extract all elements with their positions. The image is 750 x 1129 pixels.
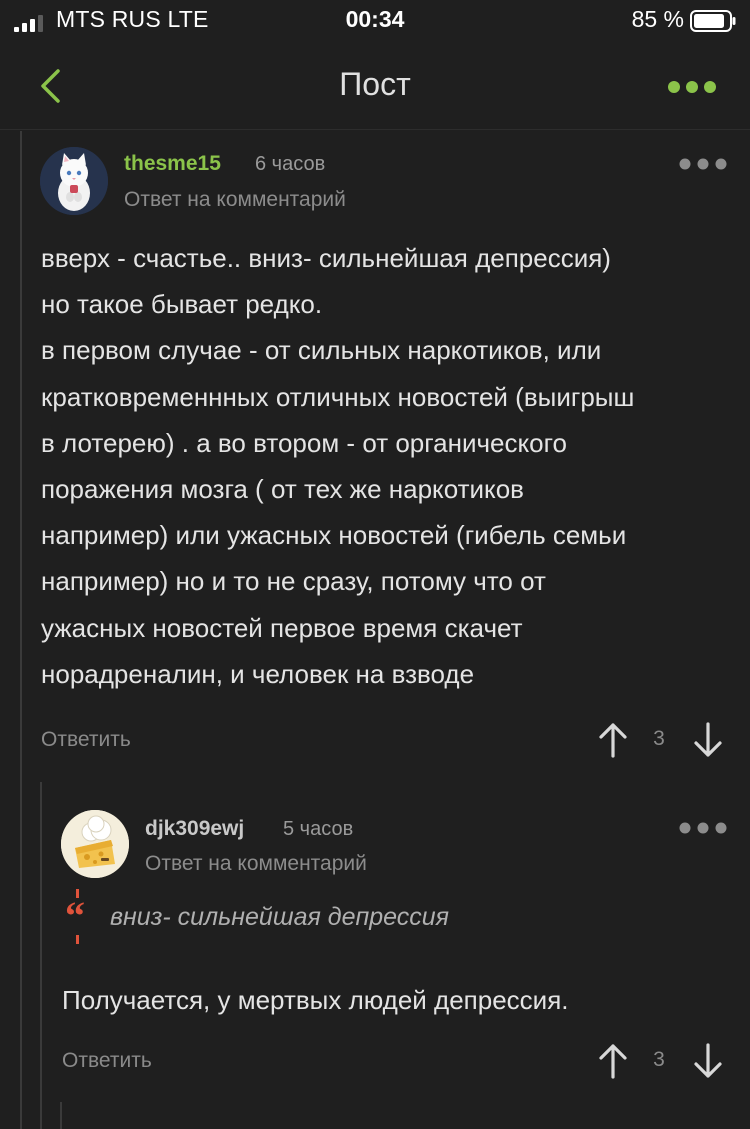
battery-icon <box>690 10 736 32</box>
comment-line: но такое бывает редко. <box>41 289 323 320</box>
comment-line: например) или ужасных новостей (гибель с… <box>41 520 627 551</box>
comment-body: Получается, у мертвых людей депрессия. <box>62 985 569 1015</box>
avatar[interactable] <box>61 810 129 878</box>
downvote-arrow-icon[interactable] <box>691 1041 725 1081</box>
reply-to-link[interactable]: Ответ на комментарий <box>124 188 346 212</box>
nav-bar: Пост <box>0 44 750 130</box>
quoted-text: вниз- сильнейшая депрессия <box>110 903 450 931</box>
thread-line-nested-2 <box>60 1102 62 1129</box>
comment-line: ужасных новостей первое время скачет <box>41 612 523 643</box>
post-menu-button[interactable] <box>664 72 720 102</box>
comment-body: вверх - счастье.. вниз- сильнейшая депре… <box>41 235 731 697</box>
status-bar: MTS RUS LTE 00:34 85 % <box>0 0 750 44</box>
reply-button[interactable]: Ответить <box>41 728 131 752</box>
comment-author[interactable]: thesme15 <box>124 152 221 176</box>
thread-line <box>20 131 22 1129</box>
upvote-arrow-icon[interactable] <box>596 720 630 760</box>
comment-line: поражения мозга ( от тех же наркотиков <box>41 474 524 505</box>
rating-count: 3 <box>653 1048 665 1071</box>
thread-line-nested <box>40 782 42 1129</box>
comment-line: в первом случае - от сильных наркотиков,… <box>41 335 602 366</box>
svg-text:“: “ <box>65 893 85 938</box>
quote-icon: “ <box>65 889 85 944</box>
avatar[interactable] <box>40 147 108 215</box>
comment-menu-button[interactable] <box>678 157 728 171</box>
more-dots-icon <box>668 81 716 93</box>
upvote-arrow-icon[interactable] <box>596 1041 630 1081</box>
page-title: Пост <box>339 66 411 102</box>
reply-button[interactable]: Ответить <box>62 1049 152 1073</box>
comment-line: вверх - счастье.. вниз- сильнейшая депре… <box>41 243 611 273</box>
vote-control: 3 <box>596 720 726 760</box>
reply-to-link[interactable]: Ответ на комментарий <box>145 852 367 876</box>
comment-menu-button[interactable] <box>678 821 728 835</box>
comment-time: 5 часов <box>283 818 354 840</box>
comment-line: норадреналин, и человек на взводе <box>41 658 475 689</box>
comment-time: 6 часов <box>255 153 326 175</box>
vote-control: 3 <box>596 1041 726 1081</box>
cat-avatar-icon <box>40 147 108 215</box>
comment-author[interactable]: djk309ewj <box>145 817 244 841</box>
quote-block: “ вниз- сильнейшая депрессия <box>62 889 722 949</box>
rating-count: 3 <box>653 727 665 750</box>
cheese-avatar-icon <box>61 810 129 878</box>
battery-percent: 85 % <box>631 6 684 32</box>
comment-line: кратковременнных отличных новостей (выиг… <box>41 381 635 412</box>
downvote-arrow-icon[interactable] <box>691 720 725 760</box>
comment-line: в лотерею) . а во втором - от органическ… <box>41 427 568 458</box>
comment-line: например) но и то не сразу, потому что о… <box>41 566 546 597</box>
